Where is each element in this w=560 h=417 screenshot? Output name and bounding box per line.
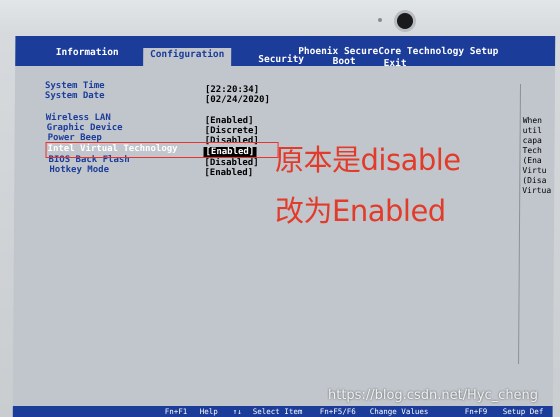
system-time-label: System Time (44, 81, 105, 91)
key-setup-defaults-label: Setup Def (502, 407, 544, 416)
key-change-values-label: Change Values (369, 407, 429, 416)
tab-information[interactable]: Information (47, 46, 127, 60)
tab-exit[interactable]: Exit (381, 57, 409, 71)
key-f1: Fn+F1 (164, 407, 188, 416)
arrow-keys-icon: ↑↓ (232, 407, 242, 416)
bios-back-flash-value[interactable]: [Disabled] (204, 158, 258, 168)
help-text-line: Virtua (522, 186, 552, 195)
hotkey-mode-value[interactable]: [Enabled] (204, 168, 253, 178)
highlight-box (45, 142, 279, 158)
annotation-line-1: 原本是disable (275, 143, 461, 177)
key-f5f6: Fn+F5/F6 (319, 407, 356, 416)
system-time-value[interactable]: [22:20:34] (205, 85, 259, 95)
help-text-line: Virtu (522, 166, 547, 175)
wireless-lan-value[interactable]: [Enabled] (205, 116, 254, 126)
wireless-lan-label: Wireless LAN (45, 113, 111, 123)
tab-configuration[interactable]: Configuration (143, 48, 232, 66)
key-f9: Fn+F9 (464, 407, 488, 416)
system-date-label: System Date (44, 91, 105, 101)
bios-footer: Fn+F1 Help ↑↓ Select Item Fn+F5/F6 Chang… (12, 406, 553, 417)
key-help-label: Help (199, 407, 218, 416)
webcam-icon (397, 13, 413, 29)
help-text-line: (Disa (522, 176, 547, 185)
help-text-line: util (522, 126, 542, 135)
help-text-line: When (522, 116, 543, 125)
help-separator (518, 84, 521, 364)
help-text-line: (Ena (522, 156, 542, 165)
hotkey-mode-label: Hotkey Mode (49, 165, 110, 175)
watermark: https://blog.csdn.net/Hyc_cheng (328, 388, 539, 403)
key-select-item-label: Select Item (252, 407, 303, 416)
tab-boot[interactable]: Boot (327, 55, 361, 69)
system-date-value[interactable]: [02/24/2020] (205, 95, 270, 105)
help-text-line: Tech (522, 146, 542, 155)
graphic-device-label: Graphic Device (46, 123, 123, 133)
annotation-line-2: 改为Enabled (275, 194, 446, 228)
camera-indicator-icon (378, 18, 382, 22)
tab-security[interactable]: Security (253, 53, 309, 67)
help-text-line: capa (522, 136, 542, 145)
graphic-device-value[interactable]: [Discrete] (205, 126, 259, 136)
